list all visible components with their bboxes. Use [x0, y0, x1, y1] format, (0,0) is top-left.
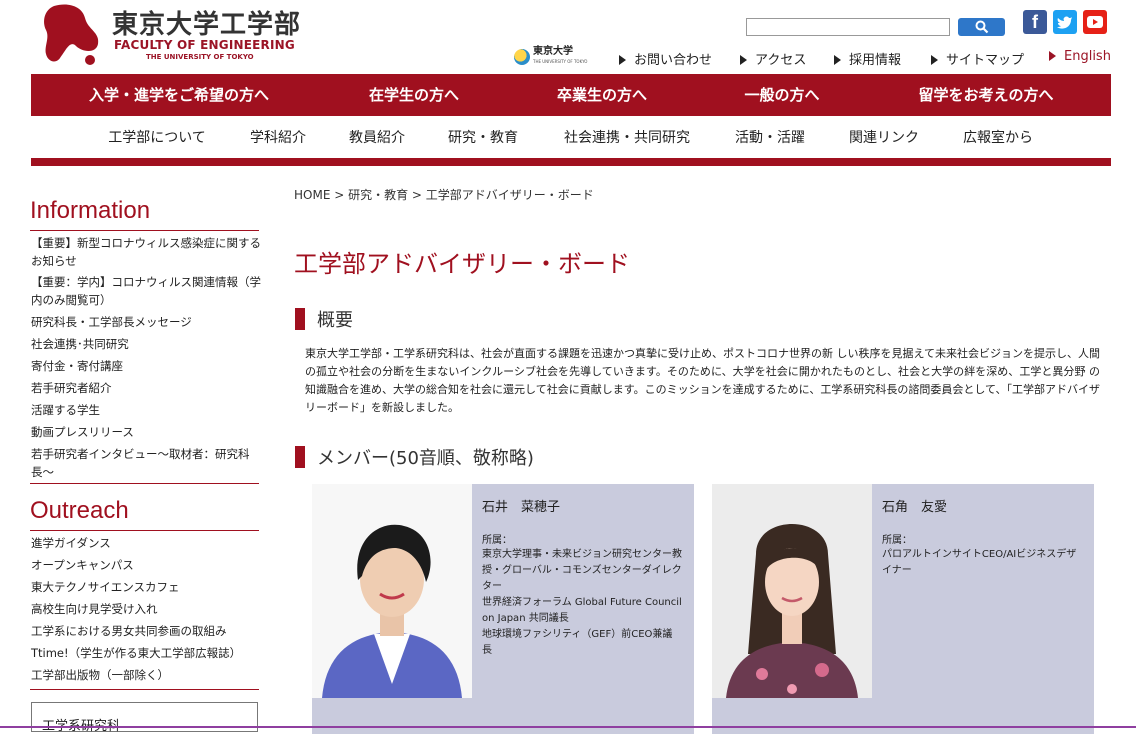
sidebar-item-open-campus[interactable]: オープンキャンパス: [31, 556, 263, 574]
faculty-logo-mark[interactable]: [42, 2, 102, 70]
members-heading: メンバー(50音順、敬称略): [295, 446, 534, 469]
utokyo-logo-text: 東京大学: [533, 46, 573, 57]
member-photo: [712, 484, 872, 698]
nav-divider: [31, 158, 1111, 166]
sidebar-item-ttime[interactable]: Ttime!（学生が作る東大工学部広報誌）: [31, 644, 263, 662]
nav-current-students[interactable]: 在学生の方へ: [369, 74, 459, 116]
subnav-activities[interactable]: 活動・活躍: [735, 127, 805, 147]
member-card: 石角 友愛 所属： パロアルトインサイトCEO/AIビジネスデザイナー: [712, 484, 1094, 734]
twitter-icon[interactable]: [1053, 10, 1077, 34]
outreach-heading: Outreach: [30, 497, 129, 524]
overview-text: 東京大学工学部・工学系研究科は、社会が直面する課題を迅速かつ真摯に受け止め、ポス…: [305, 347, 1100, 414]
sidebar-item-students[interactable]: 活躍する学生: [31, 401, 263, 419]
member-name: 石角 友愛: [882, 500, 948, 515]
sidebar-item-young-researchers[interactable]: 若手研究者紹介: [31, 379, 263, 397]
subnav-about[interactable]: 工学部について: [108, 127, 206, 147]
sidebar-item-covid-internal[interactable]: 【重要：学内】コロナウィルス関連情報（学内のみ閲覧可）: [31, 273, 263, 309]
member-affiliation: パロアルトインサイトCEO/AIビジネスデザイナー: [882, 549, 1077, 576]
overview-heading: 概要: [295, 308, 353, 331]
sidebar-item-covid[interactable]: 【重要】新型コロナウィルス感染症に関するお知らせ: [31, 234, 263, 270]
breadcrumb[interactable]: HOME > 研究・教育 > 工学部アドバイザリー・ボード: [294, 186, 594, 203]
sitemap-link[interactable]: サイトマップ: [931, 49, 1024, 68]
member-name: 石井 菜穂子: [482, 500, 561, 515]
sidebar-item-donation[interactable]: 寄付金・寄付講座: [31, 357, 263, 375]
nav-general[interactable]: 一般の方へ: [744, 74, 819, 116]
utokyo-emblem-icon: [514, 49, 530, 65]
nav-prospective[interactable]: 入学・進学をご希望の方へ: [89, 74, 269, 116]
utokyo-logo-sub: THE UNIVERSITY OF TOKYO: [533, 59, 588, 64]
subnav-departments[interactable]: 学科紹介: [250, 127, 306, 147]
member-card: 石井 菜穂子 所属： 東京大学理事・未来ビジョン研究センター教授・グローバル・コ…: [312, 484, 694, 734]
logo-subtitle-en: THE UNIVERSITY OF TOKYO: [146, 53, 254, 61]
nav-international[interactable]: 留学をお考えの方へ: [918, 74, 1053, 116]
information-heading: Information: [30, 197, 151, 224]
subnav-collaboration[interactable]: 社会連携・共同研究: [564, 127, 690, 147]
information-divider: [30, 230, 259, 231]
subnav-research[interactable]: 研究・教育: [448, 127, 518, 147]
sidebar-item-gender-equality[interactable]: 工学系における男女共同参画の取組み: [31, 622, 263, 640]
facebook-icon[interactable]: f: [1023, 10, 1047, 34]
sidebar-item-highschool-visit[interactable]: 高校生向け見学受け入れ: [31, 600, 263, 618]
member-photo: [312, 484, 472, 698]
subnav-pr[interactable]: 広報室から: [963, 127, 1033, 147]
triangle-right-icon: [931, 54, 938, 65]
search-button[interactable]: [958, 18, 1005, 36]
logo-title-jp[interactable]: 東京大学工学部: [112, 4, 301, 41]
sidebar-item-interview[interactable]: 若手研究者インタビュー〜取材者：研究科長〜: [31, 445, 263, 481]
sidebar-item-collaboration[interactable]: 社会連携･共同研究: [31, 335, 263, 353]
information-bottom-divider: [30, 483, 259, 484]
outreach-bottom-divider: [30, 689, 259, 690]
main-nav: 入学・進学をご希望の方へ 在学生の方へ 卒業生の方へ 一般の方へ 留学をお考えの…: [31, 74, 1111, 116]
search-input[interactable]: [746, 18, 950, 36]
sidebar-item-publications[interactable]: 工学部出版物（一部除く）: [31, 666, 263, 684]
outreach-divider: [30, 530, 259, 531]
triangle-right-icon: [834, 54, 841, 65]
contact-link[interactable]: お問い合わせ: [619, 49, 712, 68]
graduate-school-label: 工学系研究科: [42, 719, 121, 734]
triangle-right-icon: [740, 54, 747, 65]
subnav-faculty[interactable]: 教員紹介: [349, 127, 405, 147]
sidebar-item-science-cafe[interactable]: 東大テクノサイエンスカフェ: [31, 578, 263, 596]
search-icon: [975, 20, 988, 34]
page-title: 工学部アドバイザリー・ボード: [294, 250, 630, 278]
nav-alumni[interactable]: 卒業生の方へ: [557, 74, 647, 116]
english-link[interactable]: English: [1049, 49, 1111, 64]
access-link[interactable]: アクセス: [740, 49, 806, 68]
youtube-icon[interactable]: [1083, 10, 1107, 34]
triangle-right-icon: [1049, 50, 1056, 61]
member-affiliation-label: 所属：: [882, 535, 912, 546]
triangle-right-icon: [619, 54, 626, 65]
subnav-links[interactable]: 関連リンク: [849, 127, 919, 147]
sidebar-item-guidance[interactable]: 進学ガイダンス: [31, 534, 263, 552]
utokyo-logo[interactable]: 東京大学 THE UNIVERSITY OF TOKYO: [514, 47, 587, 67]
member-affiliation-label: 所属：: [482, 535, 512, 546]
sidebar-item-dean-message[interactable]: 研究科長・工学部長メッセージ: [31, 313, 263, 331]
sidebar-item-video-press[interactable]: 動画プレスリリース: [31, 423, 263, 441]
recruit-link[interactable]: 採用情報: [834, 49, 901, 68]
logo-title-en[interactable]: FACULTY OF ENGINEERING: [114, 38, 295, 52]
member-affiliation: 東京大学理事・未来ビジョン研究センター教授・グローバル・コモンズセンターダイレク…: [482, 549, 682, 656]
